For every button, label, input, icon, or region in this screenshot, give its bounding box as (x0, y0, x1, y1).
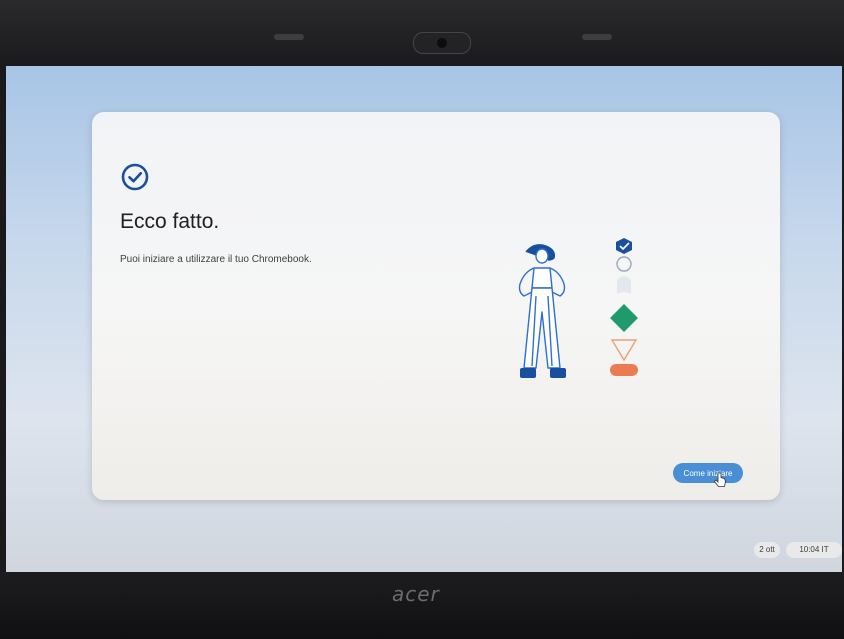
screen: Ecco fatto. Puoi iniziare a utilizzare i… (6, 66, 842, 572)
bezel-slot-left (274, 34, 304, 40)
shelf-time[interactable]: 10:04 IT (786, 542, 842, 558)
feet (520, 368, 566, 378)
illustration (518, 238, 638, 378)
get-started-button[interactable]: Come iniziare (673, 463, 743, 483)
person-figure (518, 244, 566, 369)
top-bezel (0, 0, 844, 72)
setup-complete-dialog: Ecco fatto. Puoi iniziare a utilizzare i… (92, 112, 780, 500)
check-circle-icon (121, 163, 149, 191)
webcam (413, 32, 471, 54)
dialog-subtitle: Puoi iniziare a utilizzare il tuo Chrome… (120, 254, 312, 265)
dialog-title: Ecco fatto. (120, 210, 220, 233)
brand-logo: acer (392, 582, 440, 606)
webcam-lens (437, 38, 447, 48)
bottom-bezel: acer (0, 572, 844, 639)
bezel-slot-right (582, 34, 612, 40)
shelf-date[interactable]: 2 ott (754, 542, 780, 558)
shapes-stack (610, 238, 638, 376)
pointer-cursor-icon (713, 472, 726, 487)
